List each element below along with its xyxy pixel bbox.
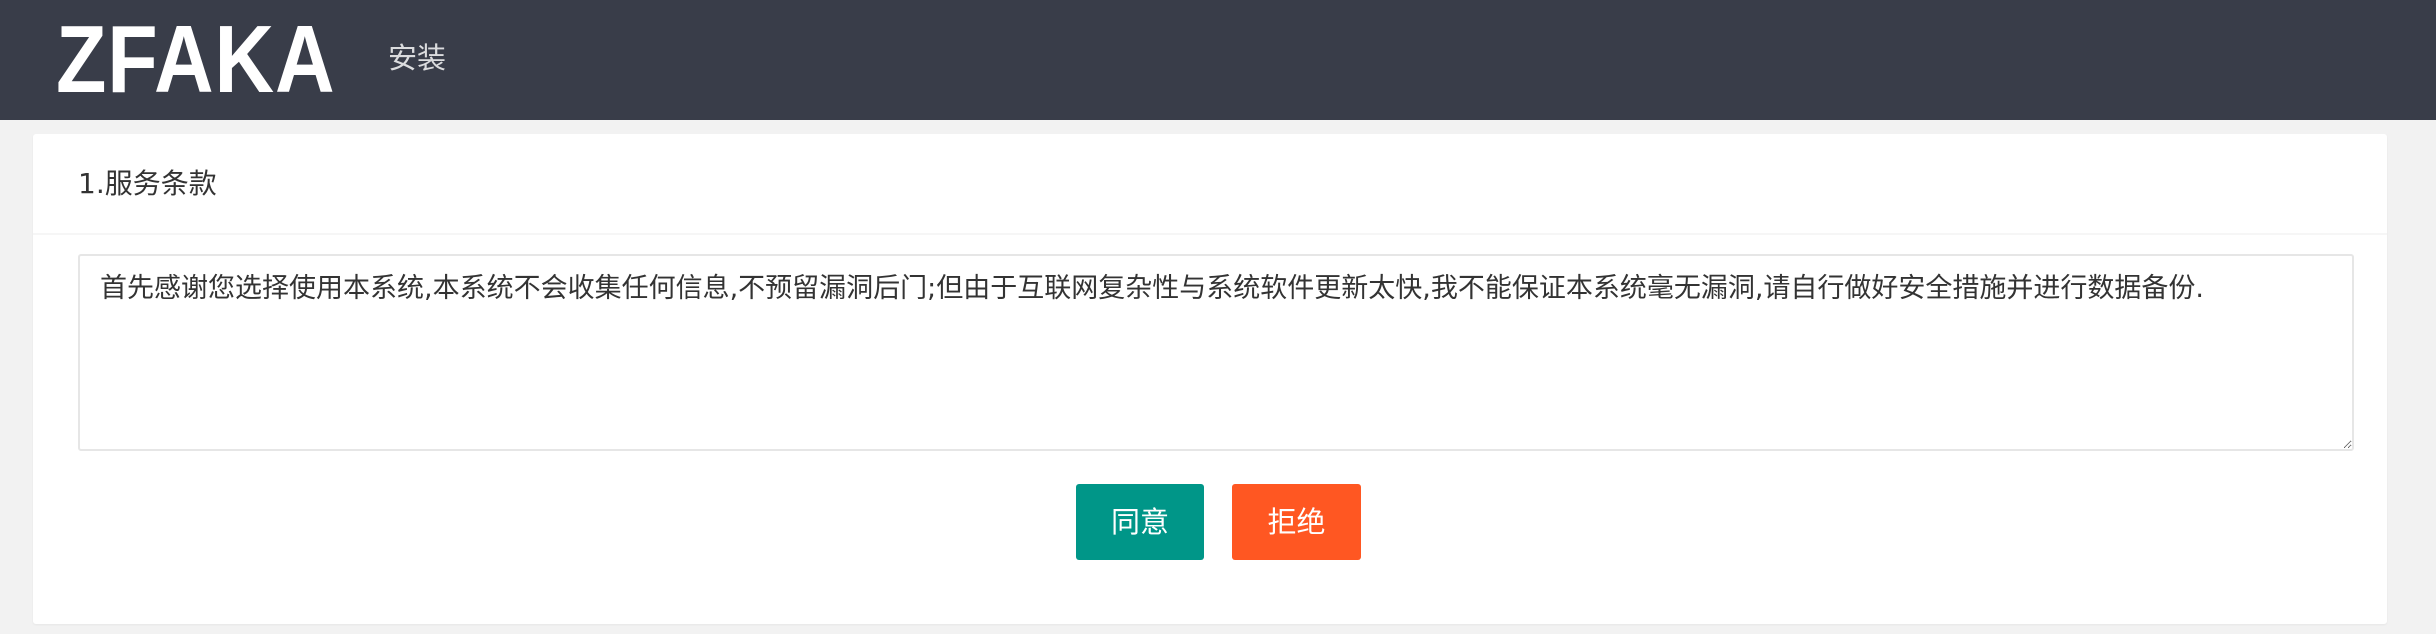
reject-button[interactable]: 拒绝 [1232,484,1361,560]
zfaka-logo[interactable]: ZFAKA [56,12,335,108]
card-title: 1.服务条款 [78,167,217,200]
terms-textarea[interactable]: 首先感谢您选择使用本系统,本系统不会收集任何信息,不预留漏洞后门;但由于互联网复… [78,254,2354,451]
card-header: 1.服务条款 [33,134,2387,235]
nav-item-install[interactable]: 安装 [388,38,446,78]
agree-button[interactable]: 同意 [1076,484,1204,560]
install-card: 1.服务条款 首先感谢您选择使用本系统,本系统不会收集任何信息,不预留漏洞后门;… [33,134,2387,624]
top-header: ZFAKA 安装 [0,0,2436,120]
